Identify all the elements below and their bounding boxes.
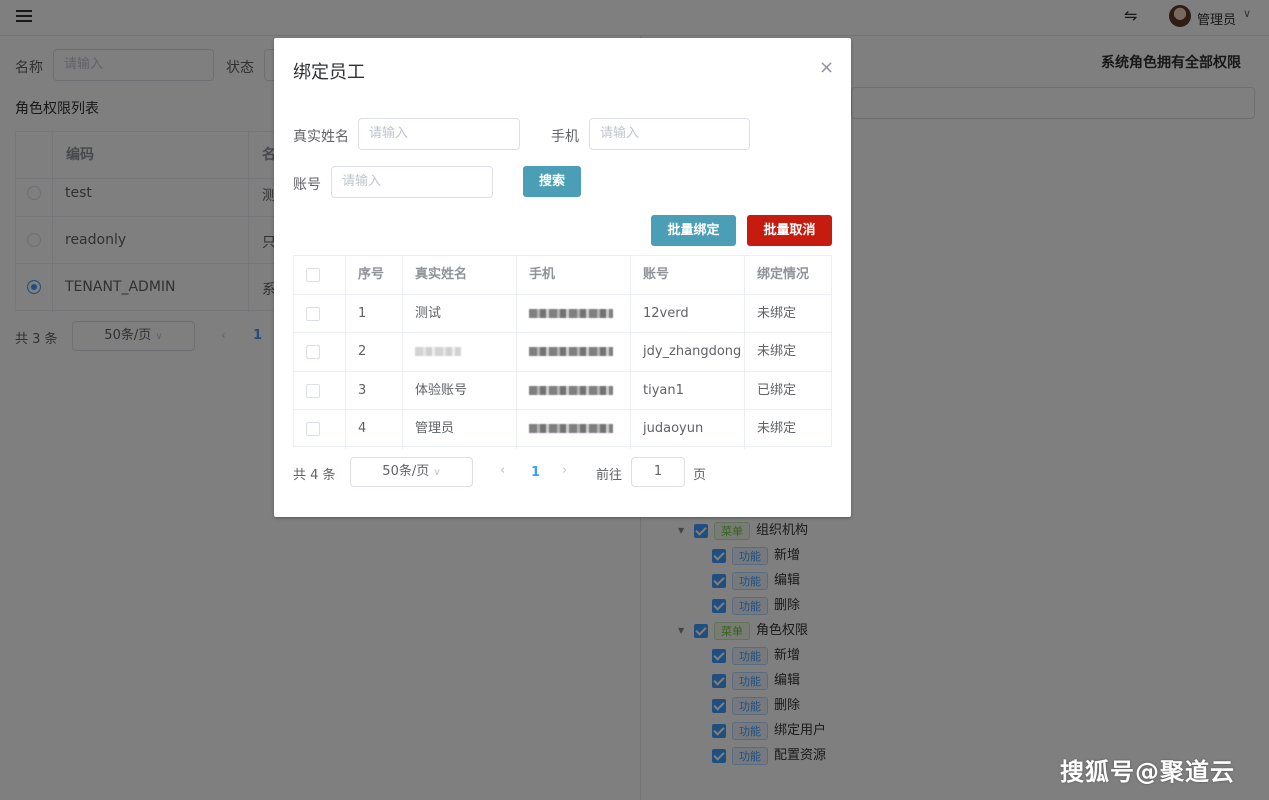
- batch-bind-button[interactable]: 批量绑定: [651, 215, 736, 246]
- realname-input[interactable]: 请输入: [358, 118, 520, 150]
- close-icon[interactable]: ×: [819, 57, 834, 78]
- account-label: 账号: [293, 177, 321, 193]
- row-phone-redacted: [517, 371, 631, 409]
- page-suffix: 页: [693, 468, 707, 483]
- row-account: judaoyun: [631, 410, 745, 449]
- batch-unbind-button[interactable]: 批量取消: [747, 215, 832, 246]
- column-header: 真实姓名: [403, 256, 517, 294]
- phone-input[interactable]: 请输入: [589, 118, 750, 150]
- row-status: 未绑定: [757, 421, 797, 436]
- row-checkbox[interactable]: [306, 306, 320, 321]
- search-button[interactable]: 搜索: [523, 166, 581, 197]
- dialog-title: 绑定员工: [293, 62, 365, 83]
- row-phone-redacted: [517, 410, 631, 449]
- bind-staff-dialog: 绑定员工 × 真实姓名 请输入 手机 请输入 账号 请输入 搜索 批量绑定 批量…: [274, 38, 851, 517]
- row-no: 3: [346, 371, 403, 409]
- table-header-row: 序号 真实姓名 手机 账号 绑定情况: [294, 256, 831, 295]
- select-all-checkbox[interactable]: [306, 268, 320, 282]
- goto-page-input[interactable]: 1: [631, 457, 685, 487]
- row-phone-redacted: [517, 333, 631, 371]
- column-header: 账号: [631, 256, 745, 294]
- row-status: 未绑定: [757, 305, 797, 321]
- row-no: 4: [346, 410, 403, 449]
- row-account: jdy_zhangdong: [631, 333, 745, 371]
- column-header: 手机: [517, 256, 631, 294]
- row-name-redacted: [403, 333, 517, 371]
- realname-label: 真实姓名: [293, 129, 349, 145]
- column-header: 绑定情况: [757, 267, 810, 282]
- row-status: 未绑定: [757, 344, 797, 359]
- chevron-down-icon: ∨: [433, 467, 441, 478]
- page-size-select[interactable]: 50条/页 ∨: [350, 457, 473, 487]
- row-status: 已绑定: [757, 382, 797, 398]
- table-row[interactable]: 1 测试 12verd 未绑定: [294, 294, 831, 333]
- row-account: tiyan1: [631, 371, 745, 409]
- row-checkbox[interactable]: [306, 383, 320, 398]
- phone-label: 手机: [551, 129, 579, 145]
- staff-table: 序号 真实姓名 手机 账号 绑定情况 1 测试 12verd 未绑定 2 jdy…: [293, 255, 832, 449]
- account-input[interactable]: 请输入: [331, 166, 493, 198]
- table-row[interactable]: 4 管理员 judaoyun 未绑定: [294, 410, 831, 449]
- pager-total: 共 4 条: [293, 468, 336, 483]
- row-phone-redacted: [517, 294, 631, 332]
- row-name: 体验账号: [403, 371, 517, 409]
- row-checkbox[interactable]: [306, 345, 320, 359]
- row-account: 12verd: [631, 294, 745, 332]
- table-row[interactable]: 3 体验账号 tiyan1 已绑定: [294, 371, 831, 410]
- prev-page-icon[interactable]: ‹: [500, 463, 505, 478]
- row-checkbox[interactable]: [306, 422, 320, 436]
- row-no: 2: [346, 333, 403, 371]
- goto-label: 前往: [596, 468, 623, 483]
- watermark: 搜狐号@聚道云: [1060, 758, 1235, 786]
- row-no: 1: [346, 294, 403, 332]
- next-page-icon[interactable]: ›: [562, 463, 567, 478]
- page-size-value: 50条/页: [382, 464, 430, 479]
- column-header: 序号: [346, 256, 403, 294]
- row-name: 管理员: [403, 410, 517, 449]
- row-name: 测试: [403, 294, 517, 332]
- table-row[interactable]: 2 jdy_zhangdong 未绑定: [294, 333, 831, 372]
- current-page[interactable]: 1: [531, 465, 540, 480]
